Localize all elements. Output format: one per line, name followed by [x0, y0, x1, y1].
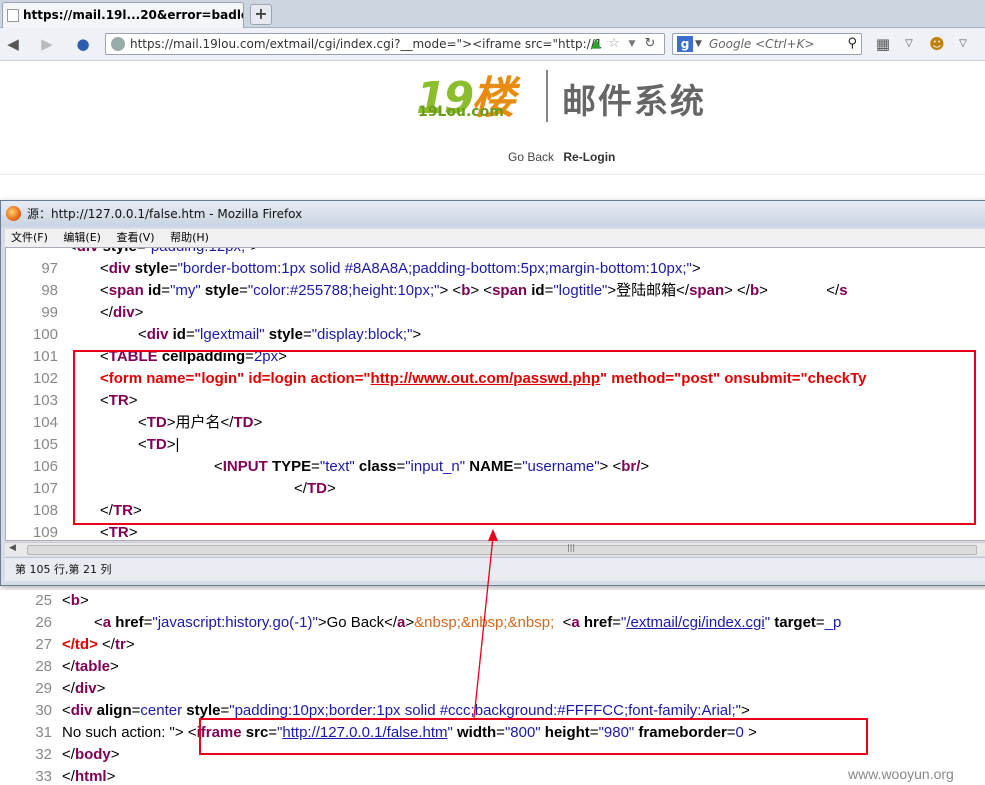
menu-view[interactable]: 查看(V): [116, 231, 154, 244]
address-bar[interactable]: https://mail.19lou.com/extmail/cgi/index…: [105, 33, 665, 55]
screenshot: { "browser": { "tab_title": "https://mai…: [0, 0, 985, 785]
bookmark-star-icon[interactable]: ☆: [606, 36, 622, 52]
site-identity-icon: [111, 37, 125, 51]
page-source-view: 25 <b> 26 <a href="javascript:history.go(-…: [0, 590, 985, 785]
google-engine-icon[interactable]: g: [677, 36, 693, 52]
system-name: 邮件系统: [562, 82, 706, 122]
home-icon[interactable]: ●: [72, 33, 94, 55]
reload-icon[interactable]: ↻: [642, 36, 658, 52]
relogin-link[interactable]: Re-Login: [563, 150, 615, 164]
logo-divider: [546, 70, 548, 122]
new-tab-button[interactable]: +: [250, 4, 272, 25]
tab-bar: https://mail.19l...20&error=badlogi +: [0, 0, 985, 28]
tab-title: https://mail.19l...20&error=badlogi: [23, 8, 244, 22]
header-links: Go Back Re-Login: [508, 150, 615, 164]
search-placeholder: Google <Ctrl+K>: [709, 37, 815, 51]
horizontal-scrollbar[interactable]: ◀ |||: [5, 542, 985, 556]
go-icon[interactable]: ▲: [588, 36, 604, 52]
divider: [0, 174, 985, 175]
menu-bar: 文件(F) 编辑(E) 查看(V) 帮助(H): [5, 229, 985, 247]
search-icon[interactable]: ⚲: [847, 34, 857, 54]
menu-edit[interactable]: 编辑(E): [63, 231, 101, 244]
tab-active[interactable]: https://mail.19l...20&error=badlogi: [2, 2, 244, 28]
firefox-icon: [6, 206, 21, 221]
highlight-box-form: [73, 350, 976, 525]
logo-domain: 19Lou.com: [418, 104, 504, 120]
scrollbar-grip-icon: |||: [567, 543, 576, 552]
search-box[interactable]: g ▼ Google <Ctrl+K> ⚲: [672, 33, 862, 55]
back-arrow-icon[interactable]: ◀: [2, 33, 24, 55]
site-logo: 19楼 19Lou.com: [416, 66, 536, 124]
forward-arrow-icon[interactable]: ▶: [36, 33, 58, 55]
address-text: https://mail.19lou.com/extmail/cgi/index…: [130, 37, 603, 51]
engine-dropdown-icon[interactable]: ▼: [695, 34, 702, 54]
status-bar: 第 105 行,第 21 列: [5, 557, 985, 581]
addon-dropdown-icon[interactable]: ▽: [898, 33, 920, 55]
addon-icon[interactable]: ▦: [872, 33, 894, 55]
dropdown-icon[interactable]: ▼: [624, 36, 640, 52]
highlight-box-iframe: [199, 718, 868, 755]
scrollbar-thumb[interactable]: [27, 545, 977, 555]
window-title-bar[interactable]: 源：http://127.0.0.1/false.htm - Mozilla F…: [1, 201, 985, 227]
page-icon: [7, 9, 19, 22]
window-title: 源：http://127.0.0.1/false.htm - Mozilla F…: [27, 207, 303, 221]
menu-file[interactable]: 文件(F): [11, 231, 48, 244]
watermark: www.wooyun.org: [848, 766, 954, 782]
scroll-left-icon[interactable]: ◀: [9, 543, 16, 553]
smiley-icon[interactable]: ☻: [926, 33, 948, 55]
menu-dropdown-icon[interactable]: ▽: [952, 33, 974, 55]
go-back-link[interactable]: Go Back: [508, 150, 554, 164]
nav-toolbar: ◀ ▶ ● https://mail.19lou.com/extmail/cgi…: [0, 28, 985, 61]
menu-help[interactable]: 帮助(H): [170, 231, 209, 244]
